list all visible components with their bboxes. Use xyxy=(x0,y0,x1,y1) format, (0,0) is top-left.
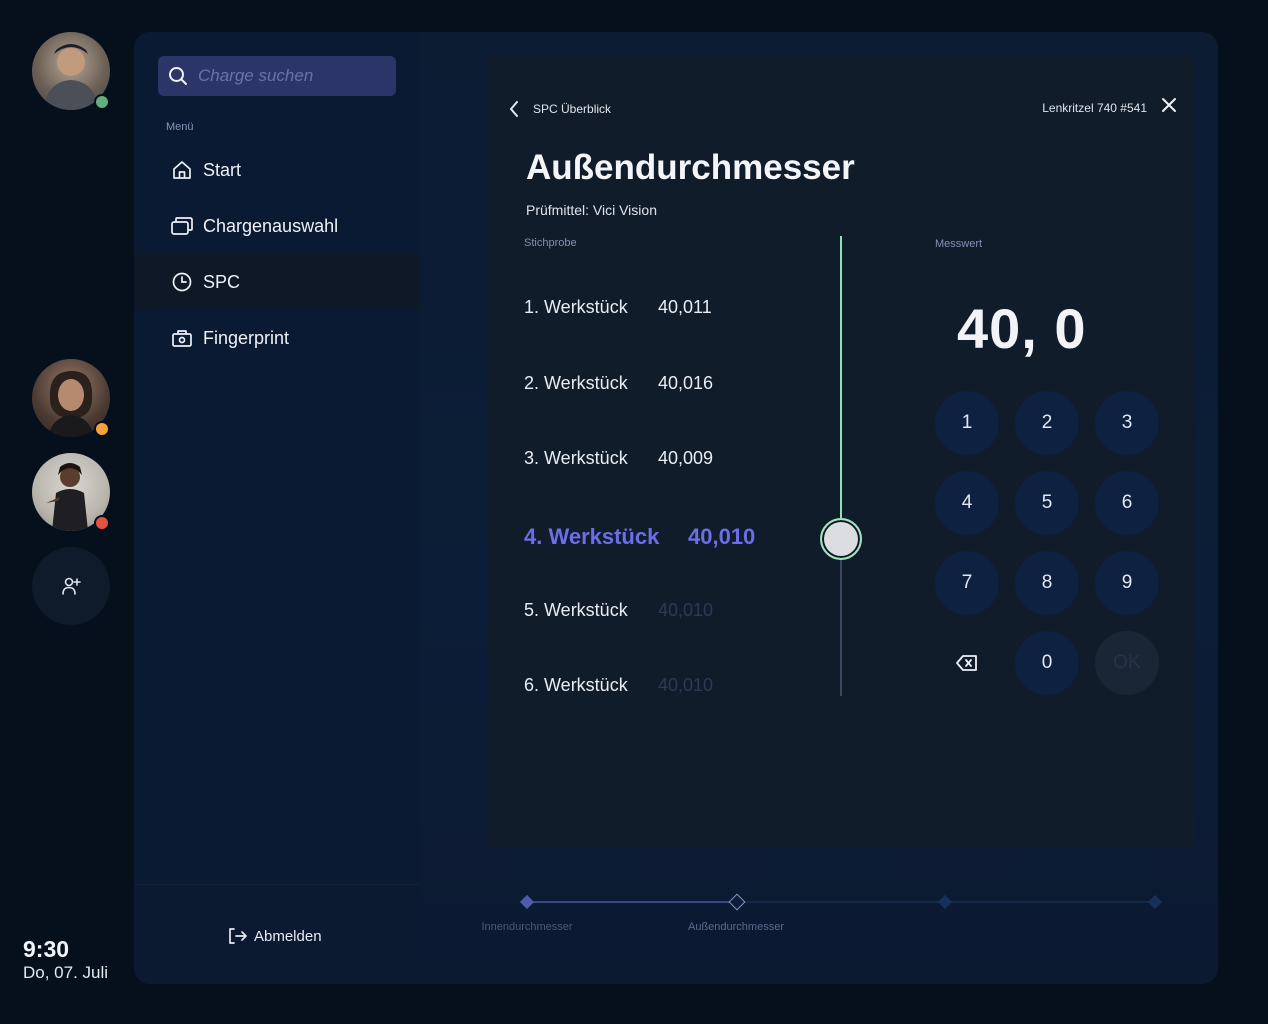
progress-slider-handle[interactable] xyxy=(820,518,862,560)
ok-button[interactable]: OK xyxy=(1095,631,1159,695)
step-label: Innendurchmesser xyxy=(481,921,573,933)
step-label-current: Außendurchmesser xyxy=(688,921,784,933)
key-1[interactable]: 1 xyxy=(935,391,999,455)
sidebar-item-label: Fingerprint xyxy=(203,327,290,348)
step-marker-pending[interactable] xyxy=(937,894,953,910)
step-marker-current[interactable] xyxy=(728,893,746,911)
part-reference: Lenkritzel 740 #541 xyxy=(1042,101,1147,115)
status-away-dot xyxy=(94,421,110,437)
sample-value: 40,009 xyxy=(658,448,714,468)
close-button[interactable] xyxy=(1161,97,1177,118)
sample-row[interactable]: 3. Werkstück 40,009 xyxy=(524,448,713,469)
sidebar: Menü Start Chargenauswahl SPC Fingerprin… xyxy=(134,32,420,984)
sample-name: 6. Werkstück xyxy=(524,675,628,695)
avatar-user-1[interactable] xyxy=(32,32,110,110)
sample-name: 5. Werkstück xyxy=(524,600,628,620)
sidebar-item-start[interactable]: Start xyxy=(134,142,420,198)
sidebar-item-label: Start xyxy=(203,159,242,180)
step-marker-pending[interactable] xyxy=(1147,894,1163,910)
home-icon xyxy=(170,158,194,182)
progress-track-done xyxy=(840,236,842,518)
key-4[interactable]: 4 xyxy=(935,471,999,535)
sidebar-item-chargenauswahl[interactable]: Chargenauswahl xyxy=(134,198,420,254)
sidebar-item-spc[interactable]: SPC xyxy=(134,254,420,310)
backspace-icon xyxy=(956,655,977,671)
search-box[interactable] xyxy=(158,56,396,96)
clock-date: Do, 07. Juli xyxy=(23,963,109,982)
sample-value: 40,011 xyxy=(658,297,712,317)
clock: 9:30 Do, 07. Juli xyxy=(23,936,108,984)
sample-row[interactable]: 5. Werkstück 40,010 xyxy=(524,600,713,621)
sample-row[interactable]: 1. Werkstück 40,011 xyxy=(524,297,712,318)
logout-area: Abmelden xyxy=(134,884,420,984)
backspace-key[interactable] xyxy=(935,631,999,695)
page-title: Außendurchmesser xyxy=(526,148,855,187)
key-3[interactable]: 3 xyxy=(1095,391,1159,455)
back-button[interactable]: SPC Überblick xyxy=(509,101,611,117)
sample-name: 4. Werkstück xyxy=(524,524,660,549)
status-online-dot xyxy=(94,94,110,110)
camera-icon xyxy=(170,326,194,350)
sample-value: 40,016 xyxy=(658,373,714,393)
clock-icon xyxy=(170,270,194,294)
instrument-label: Prüfmittel: Vici Vision xyxy=(526,202,657,218)
key-0[interactable]: 0 xyxy=(1015,631,1079,695)
key-5[interactable]: 5 xyxy=(1015,471,1079,535)
logout-button[interactable]: Abmelden xyxy=(228,927,322,945)
clock-time: 9:30 xyxy=(23,936,70,962)
sample-row-active[interactable]: 4. Werkstück 40,010 xyxy=(524,524,755,550)
sidebar-item-fingerprint[interactable]: Fingerprint xyxy=(134,310,420,366)
progress-track-remaining xyxy=(840,558,842,696)
sample-row[interactable]: 2. Werkstück 40,016 xyxy=(524,373,713,394)
stack-icon xyxy=(170,214,194,238)
sample-value: 40,010 xyxy=(688,524,756,549)
step-marker-done[interactable] xyxy=(519,894,535,910)
close-icon xyxy=(1162,98,1176,112)
menu-label: Menü xyxy=(166,121,194,133)
key-8[interactable]: 8 xyxy=(1015,551,1079,615)
app-frame: Menü Start Chargenauswahl SPC Fingerprin… xyxy=(134,32,1218,984)
measurement-card: SPC Überblick Lenkritzel 740 #541 Außend… xyxy=(487,56,1195,848)
back-label: SPC Überblick xyxy=(533,102,612,116)
chevron-left-icon xyxy=(510,101,518,117)
sample-row[interactable]: 6. Werkstück 40,010 xyxy=(524,675,713,696)
search-icon xyxy=(169,67,187,85)
avatar-user-3[interactable] xyxy=(32,453,110,531)
sample-value: 40,010 xyxy=(658,600,714,620)
status-busy-dot xyxy=(94,515,110,531)
sample-column-label: Stichprobe xyxy=(524,237,577,249)
add-user-button[interactable] xyxy=(32,547,110,625)
sample-value: 40,010 xyxy=(658,675,714,695)
search-input[interactable] xyxy=(198,66,388,86)
key-6[interactable]: 6 xyxy=(1095,471,1159,535)
add-user-icon xyxy=(62,577,81,595)
sample-name: 1. Werkstück xyxy=(524,297,628,317)
sample-name: 3. Werkstück xyxy=(524,448,628,468)
key-9[interactable]: 9 xyxy=(1095,551,1159,615)
logout-label: Abmelden xyxy=(254,927,322,945)
logout-icon xyxy=(228,927,248,945)
avatar-user-2[interactable] xyxy=(32,359,110,437)
measure-column-label: Messwert xyxy=(935,238,983,250)
sidebar-item-label: SPC xyxy=(203,271,241,292)
stepper-line-done xyxy=(527,901,737,903)
key-7[interactable]: 7 xyxy=(935,551,999,615)
sample-name: 2. Werkstück xyxy=(524,373,628,393)
key-2[interactable]: 2 xyxy=(1015,391,1079,455)
sidebar-item-label: Chargenauswahl xyxy=(203,215,339,236)
measurement-display: 40, 0 xyxy=(957,297,1087,360)
